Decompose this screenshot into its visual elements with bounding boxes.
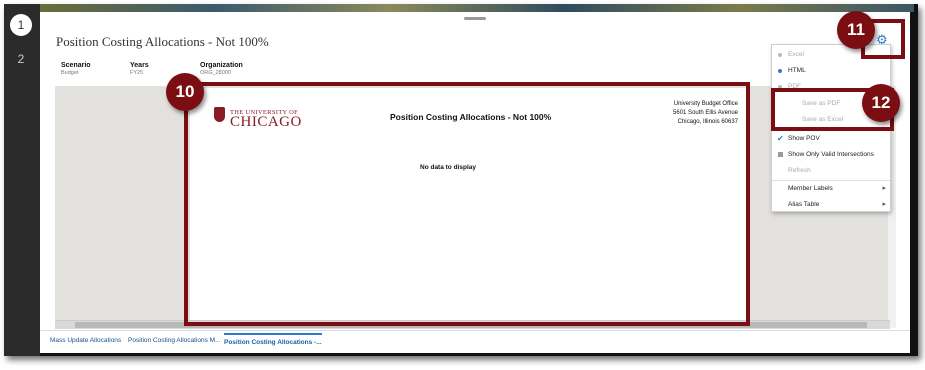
menu-item-alias-table[interactable]: Alias Table ▸ (772, 198, 890, 212)
sheet-tabs: Mass Update Allocations Position Costing… (40, 330, 910, 353)
pov-label: Scenario (61, 62, 91, 69)
pov-value: FY25 (130, 70, 144, 76)
menu-item-member-labels[interactable]: Member Labels ▸ (772, 182, 890, 196)
menu-item-label: HTML (788, 67, 806, 74)
menu-item-show-valid-intersections[interactable]: Show Only Valid Intersections (772, 148, 890, 162)
menu-item-label: Show Only Valid Intersections (788, 151, 874, 158)
callout-box-report (184, 82, 750, 326)
menu-item-html[interactable]: HTML (772, 64, 890, 78)
menu-item-label: Refresh (788, 167, 811, 174)
checkbox-icon (778, 152, 783, 157)
tab-position-costing-m[interactable]: Position Costing Allocations M... (128, 337, 221, 344)
chevron-right-icon: ▸ (882, 201, 886, 208)
callout-badge-12: 12 (862, 84, 900, 122)
menu-item-refresh[interactable]: Refresh (772, 164, 890, 178)
menu-item-label: Alias Table (788, 201, 820, 208)
radio-dot-icon (778, 53, 782, 57)
pov-label: Organization (200, 62, 243, 69)
callout-badge-10: 10 (166, 73, 204, 111)
tab-position-costing-not-100[interactable]: Position Costing Allocations -... (224, 333, 322, 346)
header-banner (40, 4, 914, 12)
pov-scenario[interactable]: Scenario Budget (61, 62, 91, 76)
radio-dot-icon (778, 69, 782, 73)
step-2-indicator[interactable]: 2 (10, 48, 32, 70)
pov-organization[interactable]: Organization ORG_28000 (200, 62, 243, 76)
menu-item-label: Member Labels (788, 185, 833, 192)
pov-value: ORG_28000 (200, 70, 231, 76)
pov-label: Years (130, 62, 149, 69)
pov-years[interactable]: Years FY25 (130, 62, 149, 76)
callout-badge-11: 11 (837, 11, 875, 49)
menu-item-label: Excel (788, 51, 804, 58)
page-title: Position Costing Allocations - Not 100% (56, 34, 269, 49)
step-1-indicator[interactable]: 1 (10, 14, 32, 36)
menu-divider (772, 180, 890, 181)
tab-mass-update-allocations[interactable]: Mass Update Allocations (50, 337, 121, 344)
checkmark-icon: ✔ (777, 134, 784, 143)
menu-item-show-pov[interactable]: ✔ Show POV (772, 132, 890, 146)
chevron-right-icon: ▸ (882, 185, 886, 192)
drag-handle[interactable] (464, 17, 486, 20)
pov-value: Budget (61, 70, 79, 76)
menu-item-label: Show POV (788, 135, 820, 142)
